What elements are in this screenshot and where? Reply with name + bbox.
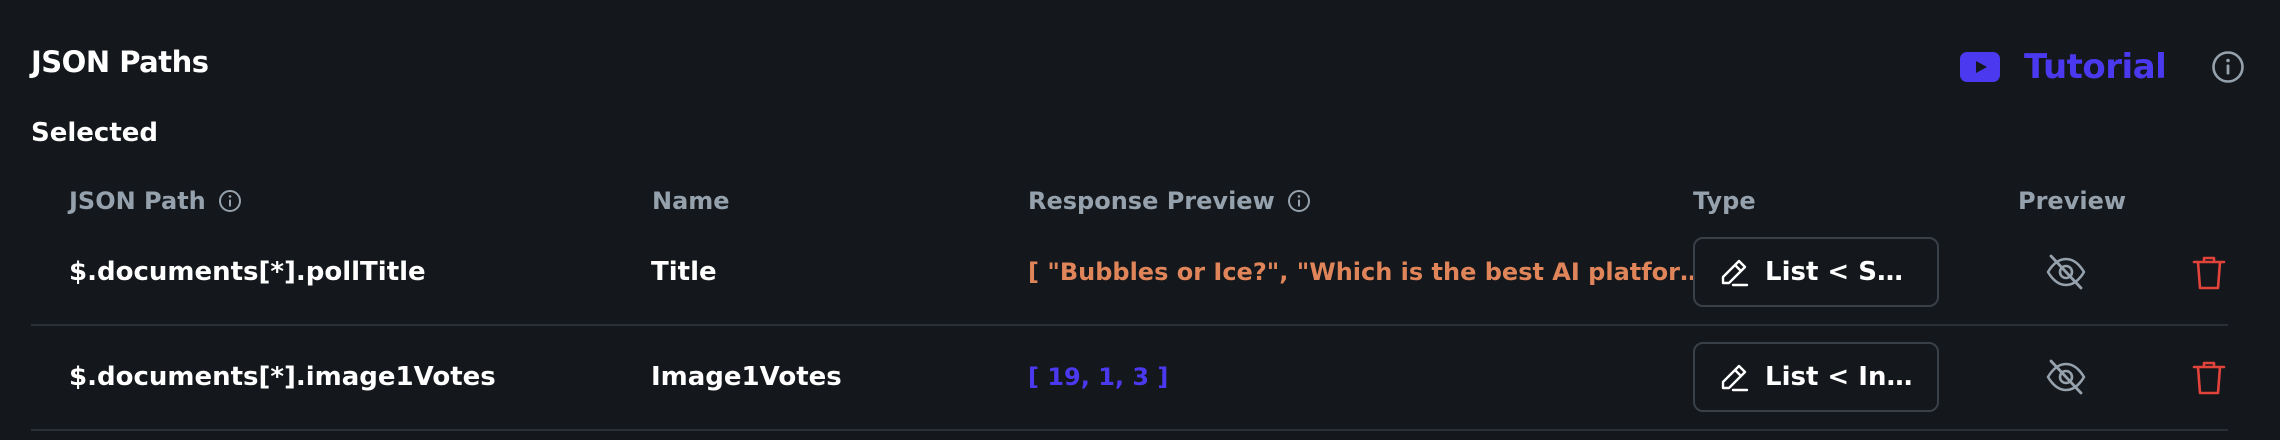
response-preview-cell: [ "Bubbles or Ice?", "Which is the best …: [1028, 220, 1722, 324]
column-header-name-label: Name: [652, 187, 730, 215]
trash-icon[interactable]: [2191, 359, 2227, 397]
eye-off-icon[interactable]: [2045, 357, 2087, 397]
column-header-json-path-label: JSON Path: [69, 187, 206, 215]
column-header-response-preview-label: Response Preview: [1028, 187, 1275, 215]
pencil-icon: [1721, 364, 1749, 392]
table-row: $.documents[*].pollTitle Title [ "Bubble…: [31, 220, 2228, 326]
trash-icon[interactable]: [2191, 254, 2227, 292]
tutorial-label: Tutorial: [2024, 47, 2167, 87]
column-header-json-path: JSON Path: [69, 186, 242, 216]
info-icon[interactable]: [2211, 50, 2245, 84]
edit-type-button[interactable]: List < Integer >: [1693, 342, 1939, 412]
type-label: List < String >: [1765, 257, 1915, 287]
column-header-response-preview: Response Preview: [1028, 186, 1311, 216]
section-title: JSON Paths: [31, 45, 209, 79]
eye-off-icon[interactable]: [2045, 252, 2087, 292]
response-preview-cell: [ 19, 1, 3 ]: [1028, 325, 1722, 429]
table-row: $.documents[*].image1Votes Image1Votes […: [31, 325, 2228, 431]
column-header-type: Type: [1693, 186, 1756, 216]
selected-label: Selected: [31, 118, 158, 148]
column-header-name: Name: [652, 186, 730, 216]
json-path-value: $.documents[*].image1Votes: [69, 362, 496, 392]
name-value: Title: [651, 257, 717, 287]
response-preview-value: [ "Bubbles or Ice?", "Which is the best …: [1028, 258, 1722, 286]
response-preview-value: [ 19, 1, 3 ]: [1028, 363, 1169, 391]
json-paths-panel: JSON Paths Tutorial Selected JSON Path N…: [0, 0, 2280, 440]
column-header-preview: Preview: [2018, 186, 2126, 216]
json-path-value: $.documents[*].pollTitle: [69, 257, 426, 287]
type-label: List < Integer >: [1765, 362, 1915, 392]
info-icon[interactable]: [218, 189, 242, 213]
pencil-icon: [1721, 259, 1749, 287]
column-header-preview-label: Preview: [2018, 187, 2127, 215]
tutorial-link[interactable]: Tutorial: [1960, 42, 2167, 92]
column-header-type-label: Type: [1693, 187, 1756, 215]
name-value: Image1Votes: [651, 362, 842, 392]
info-icon[interactable]: [1287, 189, 1311, 213]
youtube-play-icon: [1960, 52, 2000, 82]
edit-type-button[interactable]: List < String >: [1693, 237, 1939, 307]
